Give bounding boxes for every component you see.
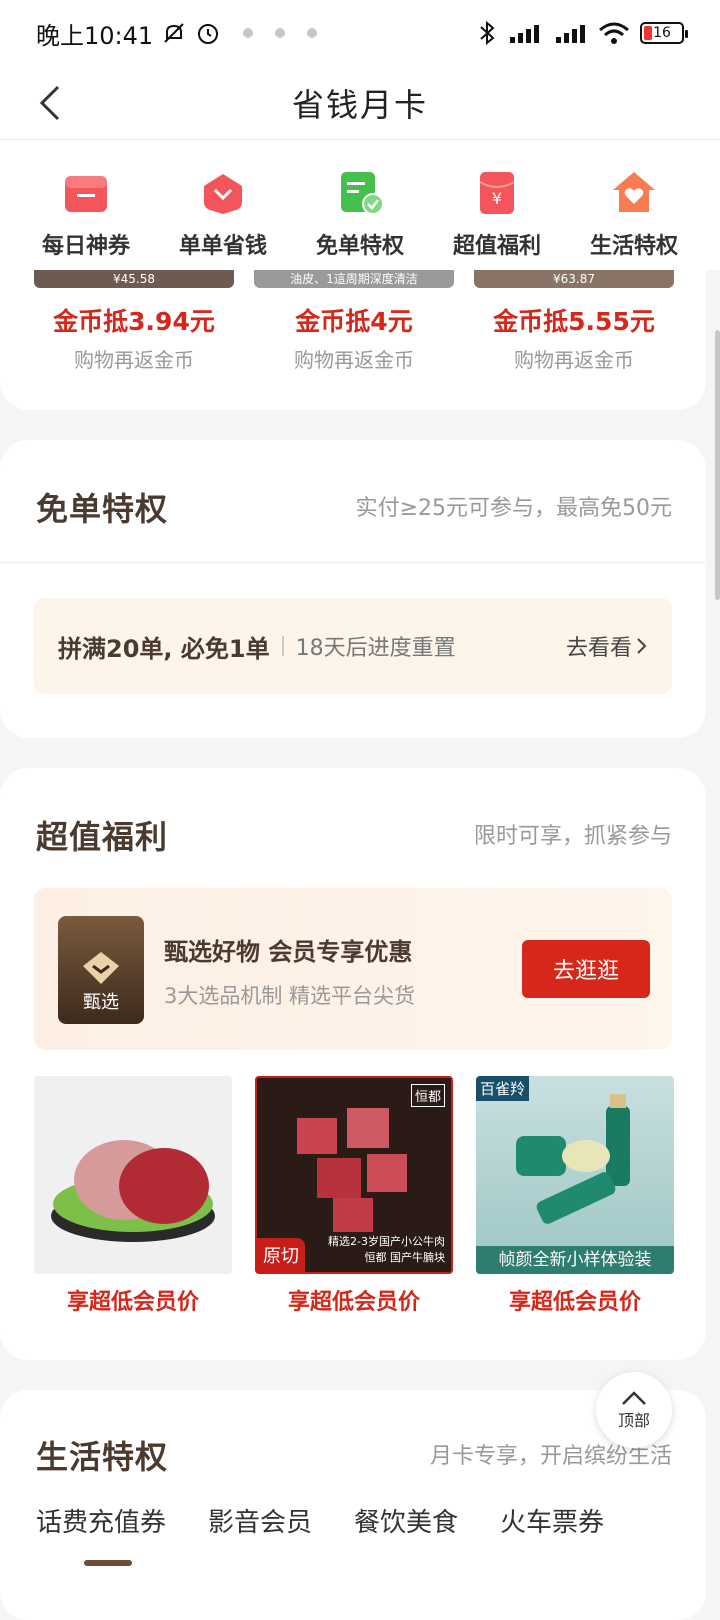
status-time: 晚上10:41: [36, 21, 154, 50]
back-button[interactable]: [26, 78, 76, 128]
product-card[interactable]: 恒都 原切 精选2-3岁国产小公牛肉 恒都 国产牛腩块 享超低会员价: [255, 1076, 453, 1316]
quick-nav-item-free-order[interactable]: 免单特权: [300, 140, 420, 270]
product-caption: 恒都 国产牛腩块: [364, 1251, 446, 1264]
tab-train-ticket[interactable]: 火车票券: [500, 1502, 604, 1539]
free-order-banner[interactable]: 拼满20单, 必免1单 18天后进度重置 去看看: [34, 598, 672, 694]
skincare-image: [516, 1094, 630, 1224]
product-image: [34, 1076, 232, 1274]
product-caption: 帧颜全新小样体验装: [476, 1246, 674, 1274]
notification-dot-icon: [307, 28, 318, 38]
free-order-reset-text: 18天后进度重置: [295, 636, 456, 661]
quick-nav: 每日神券 单单省钱 免单特权 ¥ 超值福利 生活特权: [0, 140, 720, 270]
product-image: 恒都 原切 精选2-3岁国产小公牛肉 恒都 国产牛腩块: [255, 1076, 453, 1274]
mute-icon: [164, 23, 184, 43]
coin-product-item[interactable]: ¥63.87 金币抵5.55元 购物再返金币: [474, 270, 674, 373]
welfare-card: 超值福利 限时可享，抓紧参与 甄选 甄选好物 会员专享优惠 3大选品机制 精选平…: [0, 768, 706, 1360]
section-title: 生活特权: [36, 1438, 169, 1476]
tab-video-membership[interactable]: 影音会员: [208, 1502, 312, 1539]
coin-amount: 金币抵5.55元: [493, 307, 655, 336]
svg-text:¥: ¥: [492, 189, 502, 208]
coin-subtitle: 购物再返金币: [514, 348, 634, 372]
product-image: 油皮、1這周期深度清洁: [254, 270, 454, 288]
product-image: ¥45.58: [34, 270, 234, 288]
wifi-icon: [599, 22, 629, 44]
product-price: 享超低会员价: [287, 1290, 420, 1315]
product-tag: 原切: [257, 1238, 305, 1272]
back-to-top-button[interactable]: 顶部: [596, 1372, 672, 1448]
product-caption: 精选2-3岁国产小公牛肉: [328, 1235, 445, 1248]
product-row: 享超低会员价 恒都 原切 精选2-3岁国产小公牛肉 恒都 国产牛腩块 享超低会员…: [34, 1076, 674, 1316]
alarm-icon: [198, 24, 219, 44]
coin-subtitle: 购物再返金币: [294, 348, 414, 372]
product-card[interactable]: 享超低会员价: [34, 1076, 232, 1316]
notification-dot-icon: [243, 28, 254, 38]
chevron-up-icon: [622, 1391, 646, 1405]
product-image: ¥63.87: [474, 270, 674, 288]
heart-icon: [204, 174, 242, 214]
go-see-link[interactable]: 去看看: [566, 630, 648, 662]
section-subtitle: 限时可享，抓紧参与: [473, 824, 672, 849]
product-image: 百雀羚 帧颜全新小样体验装: [476, 1076, 674, 1274]
vip-badge: 甄选: [58, 916, 144, 1024]
document-check-icon: [341, 172, 384, 215]
coin-product-item[interactable]: ¥45.58 金币抵3.94元 购物再返金币: [34, 270, 234, 373]
diamond-icon: [83, 952, 119, 984]
quick-nav-item-life[interactable]: 生活特权: [574, 140, 694, 270]
vip-title: 甄选好物 会员专享优惠: [164, 938, 413, 966]
coin-amount: 金币抵4元: [295, 307, 413, 336]
house-heart-icon: [613, 172, 655, 212]
divider: [281, 636, 284, 656]
quick-nav-item-save-per-order[interactable]: 单单省钱: [163, 140, 283, 270]
product-price: 享超低会员价: [66, 1290, 199, 1315]
bluetooth-icon: [480, 20, 495, 46]
free-order-card: 免单特权 实付≥25元可参与，最高免50元 拼满20单, 必免1单 18天后进度…: [0, 440, 706, 738]
coin-subtitle: 购物再返金币: [74, 348, 194, 372]
notification-dot-icon: [275, 28, 286, 38]
coin-amount: 金币抵3.94元: [53, 307, 215, 336]
vip-selection-banner[interactable]: 甄选 甄选好物 会员专享优惠 3大选品机制 精选平台尖货 去逛逛: [34, 888, 672, 1050]
red-envelope-icon: ¥: [479, 172, 515, 214]
divider: [0, 562, 706, 563]
vip-subtitle: 3大选品机制 精选平台尖货: [164, 984, 416, 1008]
beef-image: [51, 1140, 215, 1242]
life-tabs: 话费充值券 影音会员 餐饮美食 火车票券: [36, 1502, 604, 1539]
nav-bar: 省钱月卡: [0, 66, 720, 140]
chevron-right-icon: [637, 638, 647, 654]
signal-icon: [510, 25, 539, 43]
coupon-icon: [65, 176, 107, 212]
product-card[interactable]: 百雀羚 帧颜全新小样体验装 享超低会员价: [476, 1076, 674, 1316]
coin-product-item[interactable]: 油皮、1這周期深度清洁 金币抵4元 购物再返金币: [254, 270, 454, 373]
brand-tag: 百雀羚: [476, 1076, 530, 1101]
quick-nav-item-welfare[interactable]: ¥ 超值福利: [437, 140, 557, 270]
brand-tag: 恒都: [410, 1084, 445, 1107]
chevron-left-icon: [39, 85, 60, 121]
active-tab-indicator: [84, 1560, 132, 1566]
section-title: 超值福利: [36, 818, 169, 856]
free-order-main-text: 拼满20单, 必免1单: [58, 634, 270, 663]
tab-dining[interactable]: 餐饮美食: [354, 1502, 458, 1539]
page-title: 省钱月卡: [291, 85, 428, 124]
product-price: 享超低会员价: [508, 1290, 641, 1315]
battery-icon: 16: [640, 22, 688, 44]
scrollbar[interactable]: [715, 330, 720, 600]
quick-nav-item-daily-coupon[interactable]: 每日神券: [26, 140, 146, 270]
status-bar: 晚上10:41 16: [0, 0, 720, 66]
tab-phone-recharge[interactable]: 话费充值券: [36, 1502, 166, 1539]
signal-icon: [556, 25, 585, 43]
section-subtitle: 实付≥25元可参与，最高免50元: [355, 496, 672, 521]
section-title: 免单特权: [36, 490, 169, 528]
go-shopping-button[interactable]: 去逛逛: [522, 940, 650, 998]
